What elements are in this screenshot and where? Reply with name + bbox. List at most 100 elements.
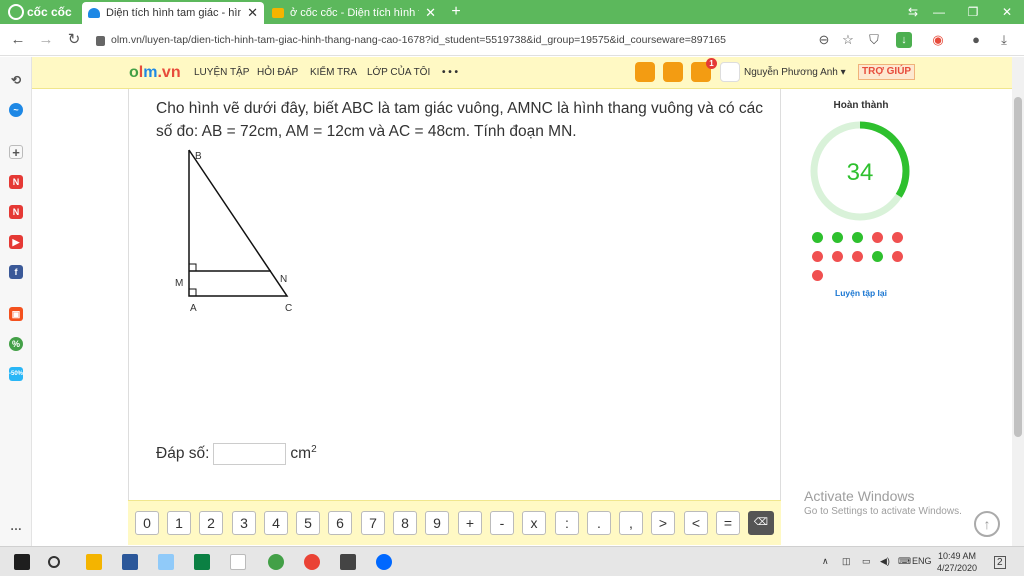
key-0[interactable]: 0 xyxy=(135,511,159,535)
site-navigation: olm.vn LUYỆN TẬP HỎI ĐÁP KIỂM TRA LỚP CỦ… xyxy=(32,57,1012,89)
reload-icon[interactable]: ↻ xyxy=(64,30,84,50)
profile-icon[interactable]: ● xyxy=(966,30,986,50)
backspace-key-icon[interactable]: ⌫ xyxy=(748,511,774,535)
browser-sidebar: ⟲ ~ + N N ▶ f ▣ % -50% … xyxy=(0,57,32,546)
download-icon[interactable]: ↓ xyxy=(896,32,912,48)
label-a: A xyxy=(190,303,197,314)
back-icon[interactable]: ← xyxy=(8,30,28,50)
url-field[interactable]: olm.vn/luyen-tap/dien-tich-hinh-tam-giac… xyxy=(96,28,936,52)
app-icon[interactable] xyxy=(194,554,210,570)
retry-link[interactable]: Luyện tập lại xyxy=(781,288,941,298)
answer-row: Đáp số: cm2 xyxy=(156,443,317,465)
nav-more[interactable]: • • • xyxy=(442,67,458,78)
answer-input[interactable] xyxy=(213,443,287,465)
language-indicator[interactable]: ENG xyxy=(912,556,932,566)
coccoc-taskbar-icon[interactable] xyxy=(268,554,284,570)
chat-icon[interactable] xyxy=(663,62,683,82)
key-9[interactable]: 9 xyxy=(425,511,449,535)
nav-qa[interactable]: HỎI ĐÁP xyxy=(257,67,298,78)
close-window-button[interactable]: ✕ xyxy=(990,0,1024,24)
keyboard-icon[interactable]: ⌨ xyxy=(898,556,911,567)
history-icon[interactable]: ⟲ xyxy=(9,73,23,87)
coccoc-extension-icon[interactable]: ◉ xyxy=(928,30,948,50)
coupon-icon[interactable]: % xyxy=(9,337,23,351)
news2-icon[interactable]: N xyxy=(9,205,23,219)
close-tab-icon[interactable]: ✕ xyxy=(425,5,436,21)
key-4[interactable]: 4 xyxy=(264,511,288,535)
zalo-icon[interactable] xyxy=(376,554,392,570)
help-button[interactable]: TRỢ GIÚP xyxy=(858,64,916,80)
watermark-line2: Go to Settings to activate Windows. xyxy=(804,506,962,517)
sale-icon[interactable]: -50% xyxy=(9,367,23,381)
forward-icon[interactable]: → xyxy=(36,30,56,50)
chrome-icon[interactable] xyxy=(304,554,320,570)
clock[interactable]: 10:49 AM 4/27/2020 xyxy=(930,550,984,574)
more-icon[interactable]: … xyxy=(9,519,23,533)
page-scrollbar[interactable] xyxy=(1012,57,1024,546)
facebook-icon[interactable]: f xyxy=(9,265,23,279)
key-1[interactable]: 1 xyxy=(167,511,191,535)
scrollbar-thumb[interactable] xyxy=(1014,97,1022,437)
lock-icon xyxy=(96,36,105,46)
progress-title: Hoàn thành xyxy=(833,100,889,111)
olm-logo[interactable]: olm.vn xyxy=(129,64,181,82)
star-icon[interactable]: ☆ xyxy=(838,30,858,50)
document-icon[interactable] xyxy=(230,554,246,570)
nav-practice[interactable]: LUYỆN TẬP xyxy=(194,67,249,78)
label-c: C xyxy=(285,303,292,314)
volume-icon[interactable]: ◀) xyxy=(880,556,890,567)
avatar[interactable] xyxy=(720,62,740,82)
key-comma[interactable]: , xyxy=(619,511,643,535)
score-ring: 34 xyxy=(810,121,910,221)
key-dot[interactable]: . xyxy=(587,511,611,535)
calculator-icon[interactable] xyxy=(340,554,356,570)
youtube-icon[interactable]: ▶ xyxy=(9,235,23,249)
profile-add-icon[interactable] xyxy=(635,62,655,82)
key-2[interactable]: 2 xyxy=(199,511,223,535)
add-sidebar-icon[interactable]: + xyxy=(9,145,23,160)
news-icon[interactable]: N xyxy=(9,175,23,189)
network-icon[interactable]: ◫ xyxy=(842,556,851,567)
key-3[interactable]: 3 xyxy=(232,511,256,535)
start-icon[interactable] xyxy=(14,554,30,570)
result-dot-wrong xyxy=(872,232,883,243)
label-m: M xyxy=(175,278,183,289)
key-8[interactable]: 8 xyxy=(393,511,417,535)
download-manager-icon[interactable]: ⤓ xyxy=(994,30,1014,50)
answer-unit: cm2 xyxy=(290,444,317,463)
coccoc-brand[interactable]: cốc cốc xyxy=(2,2,78,22)
word-icon[interactable] xyxy=(122,554,138,570)
notifications-button[interactable]: 2 xyxy=(994,556,1006,569)
minimize-button[interactable]: — xyxy=(922,0,956,24)
search-icon[interactable] xyxy=(48,556,60,568)
tray-chevron-icon[interactable]: ∧ xyxy=(822,556,829,567)
key-5[interactable]: 5 xyxy=(296,511,320,535)
maximize-button[interactable]: ❐ xyxy=(956,0,990,24)
nav-my-class[interactable]: LỚP CỦA TÔI xyxy=(367,67,430,78)
key-6[interactable]: 6 xyxy=(328,511,352,535)
scroll-top-icon[interactable]: ↑ xyxy=(974,511,1000,537)
shield-icon[interactable]: ⛉ xyxy=(864,30,884,50)
key-minus[interactable]: - xyxy=(490,511,514,535)
shopping-icon[interactable]: ▣ xyxy=(9,307,23,321)
user-menu[interactable]: Nguyễn Phương Anh ▾ xyxy=(744,67,846,78)
tab-inactive[interactable]: ở cốc cốc - Diện tích hình tam ✕ xyxy=(266,2,442,24)
score-value: 34 xyxy=(847,159,874,186)
new-tab-button[interactable]: + xyxy=(446,2,466,22)
key-less[interactable]: < xyxy=(684,511,708,535)
paint-icon[interactable] xyxy=(158,554,174,570)
file-explorer-icon[interactable] xyxy=(86,554,102,570)
tab-active[interactable]: Diện tích hình tam giác - hình ✕ xyxy=(82,2,264,24)
key-plus[interactable]: + xyxy=(458,511,482,535)
key-divide[interactable]: : xyxy=(555,511,579,535)
key-greater[interactable]: > xyxy=(651,511,675,535)
zoom-icon[interactable]: ⊖ xyxy=(814,30,834,50)
key-equals[interactable]: = xyxy=(716,511,740,535)
watermark-line1: Activate Windows xyxy=(804,488,915,504)
nav-test[interactable]: KIỂM TRA xyxy=(310,67,357,78)
close-tab-icon[interactable]: ✕ xyxy=(247,5,258,21)
battery-icon[interactable]: ▭ xyxy=(862,556,871,567)
key-7[interactable]: 7 xyxy=(361,511,385,535)
messenger-icon[interactable]: ~ xyxy=(9,103,23,117)
key-multiply[interactable]: x xyxy=(522,511,546,535)
